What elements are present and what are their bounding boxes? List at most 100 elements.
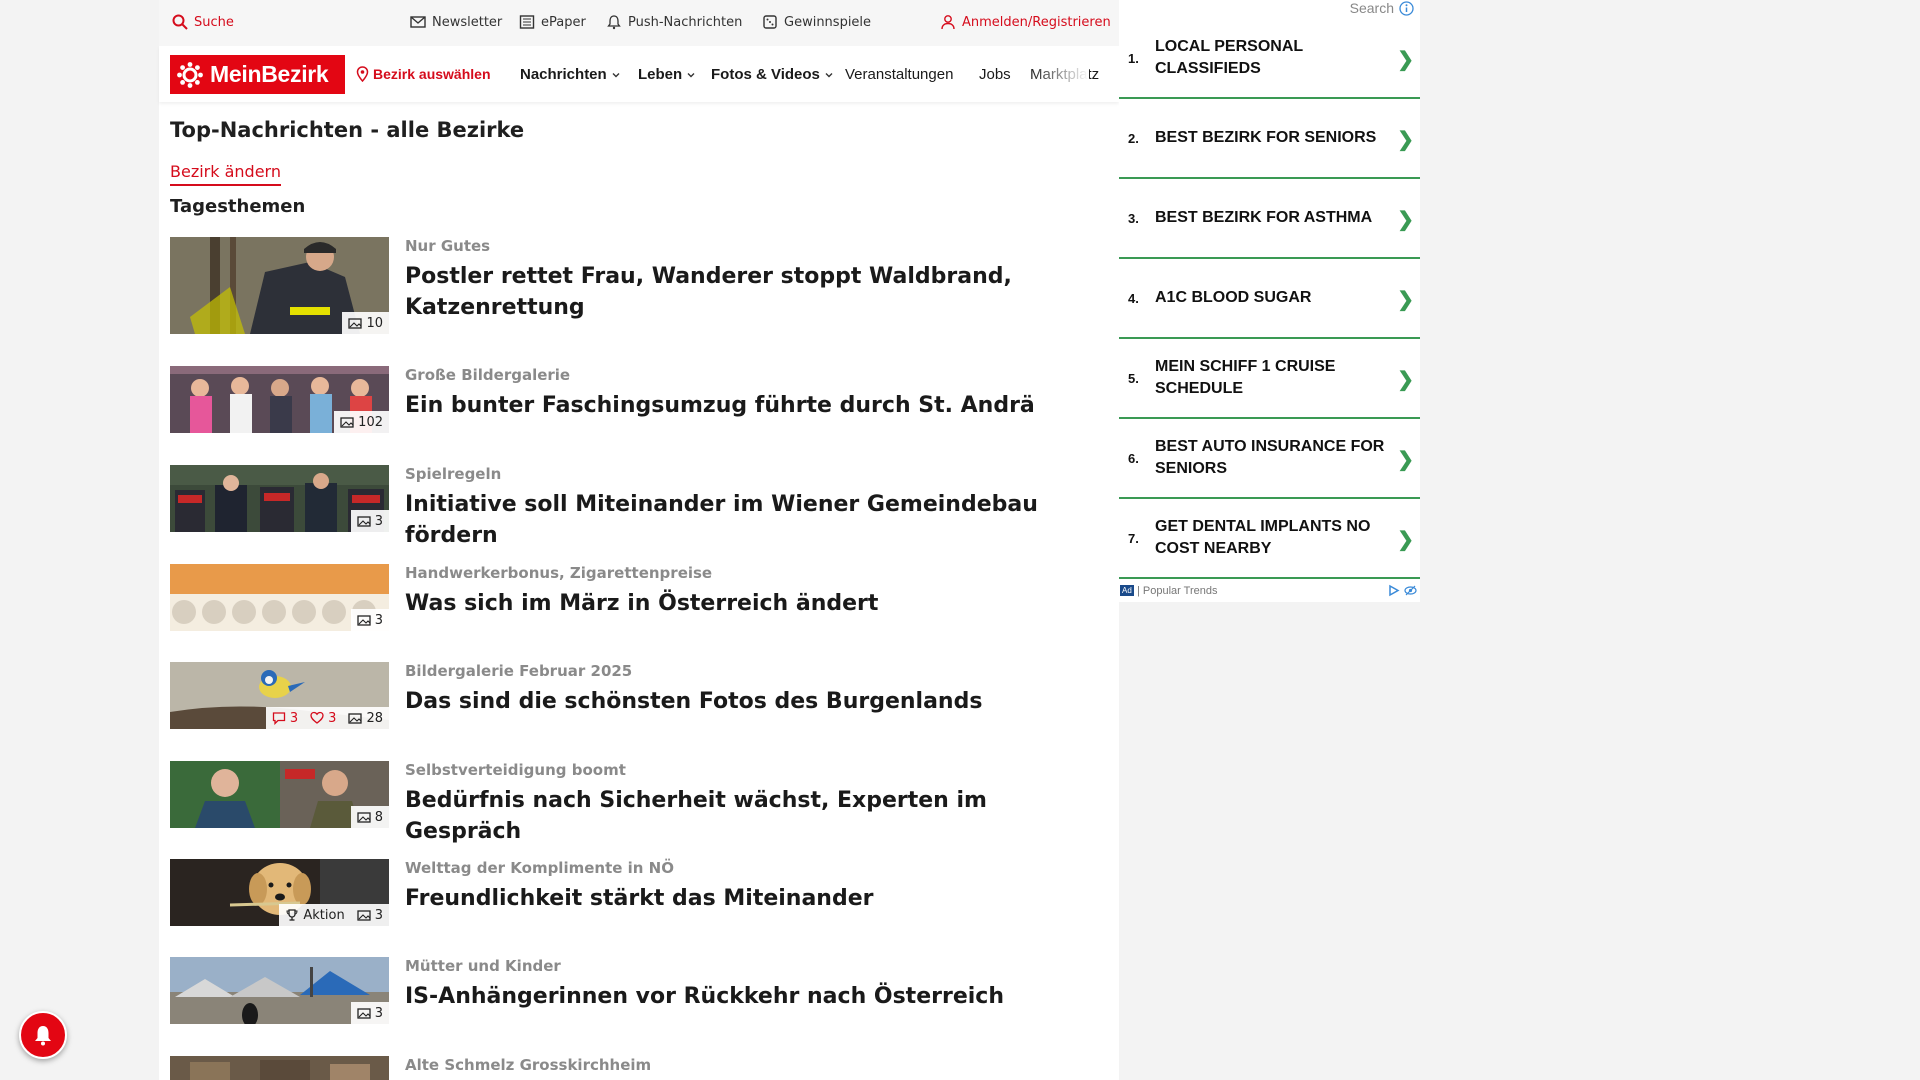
- adchoices-icon[interactable]: [1387, 584, 1400, 597]
- article-headline[interactable]: Was sich im März in Österreich ändert: [405, 588, 1085, 619]
- article-thumbnail: Aktion 3: [170, 859, 389, 926]
- ad-link-number: 4.: [1128, 291, 1139, 306]
- ad-link-item[interactable]: 4. A1C BLOOD SUGAR ❯: [1119, 259, 1420, 339]
- image-count-badge: 3: [351, 514, 389, 529]
- article-headline[interactable]: Freundlichkeit stärkt das Miteinander: [405, 883, 1085, 914]
- nav-photos-videos[interactable]: Fotos & Videos: [711, 66, 834, 83]
- article-thumbnail: 3: [170, 564, 389, 631]
- sun-logo-icon: [177, 61, 203, 88]
- article-kicker: Nur Gutes: [405, 237, 491, 255]
- page: Suche Newsletter ePaper Push-Nachrichten…: [0, 0, 1920, 1080]
- dice-icon: [763, 15, 777, 29]
- chevron-right-icon: ❯: [1397, 289, 1414, 311]
- bell-icon: [35, 1026, 51, 1046]
- newsletter-link[interactable]: Newsletter: [410, 14, 502, 30]
- article-kicker: Selbstverteidigung boomt: [405, 761, 626, 779]
- media-badges: 102: [334, 411, 389, 433]
- like-count: 3: [328, 710, 337, 726]
- hide-ad-icon[interactable]: [1404, 584, 1417, 597]
- article-item[interactable]: 3 Spielregeln Initiative soll Miteinande…: [170, 465, 1090, 548]
- article-item[interactable]: 8 Selbstverteidigung boomt Bedürfnis nac…: [170, 761, 1090, 844]
- ad-link-item[interactable]: 2. BEST BEZIRK FOR SENIORS ❯: [1119, 99, 1420, 179]
- article-item[interactable]: 3 3 28 Bildergalerie Februar 2025 Das si…: [170, 662, 1090, 729]
- nav-news[interactable]: Nachrichten: [520, 66, 621, 83]
- nav-life[interactable]: Leben: [638, 66, 696, 83]
- article-thumbnail: 3: [170, 957, 389, 1024]
- image-count-badge: 3: [351, 908, 389, 923]
- select-district-label: Bezirk auswählen: [373, 66, 491, 82]
- article-item[interactable]: Aktion 3 Welttag der Komplimente in NÖ F…: [170, 859, 1090, 926]
- article-item[interactable]: 10 Nur Gutes Postler rettet Frau, Wander…: [170, 237, 1090, 334]
- ad-link-item[interactable]: 3. BEST BEZIRK FOR ASTHMA ❯: [1119, 179, 1420, 259]
- article-headline[interactable]: Ein bunter Faschingsumzug führte durch S…: [405, 390, 1085, 421]
- nav-news-label: Nachrichten: [520, 66, 607, 83]
- ad-link-item[interactable]: 5. MEIN SCHIFF 1 CRUISE SCHEDULE ❯: [1119, 339, 1420, 419]
- ad-choice-icons: [1387, 584, 1417, 597]
- article-thumbnail: 3: [170, 465, 389, 532]
- image-count: 8: [374, 809, 383, 825]
- article-headline[interactable]: Das sind die schönsten Fotos des Burgenl…: [405, 686, 1085, 717]
- utility-bar: Suche Newsletter ePaper Push-Nachrichten…: [159, 0, 1119, 46]
- ad-link-text: A1C BLOOD SUGAR: [1155, 289, 1312, 306]
- search-icon: [172, 14, 188, 30]
- select-district-link[interactable]: Bezirk auswählen: [356, 66, 491, 82]
- article-headline[interactable]: Postler rettet Frau, Wanderer stoppt Wal…: [405, 261, 1085, 323]
- chevron-down-icon: [825, 72, 833, 77]
- games-link[interactable]: Gewinnspiele: [762, 14, 871, 30]
- article-item[interactable]: 102 Große Bildergalerie Ein bunter Fasch…: [170, 366, 1090, 433]
- image-count-badge: 10: [342, 316, 389, 331]
- gallery-icon: [357, 615, 371, 626]
- article-headline[interactable]: Initiative soll Miteinander im Wiener Ge…: [405, 489, 1085, 551]
- ad-panel: Search 1. LOCAL PERSONAL CLASSIFIEDS ❯ 2…: [1119, 0, 1420, 602]
- nav-marketplace[interactable]: Marktplatz: [1030, 66, 1099, 83]
- media-badges: 3: [350, 510, 389, 532]
- nav-events-label: Veranstaltungen: [845, 66, 954, 83]
- ad-footer: Ad | Popular Trends: [1119, 583, 1420, 599]
- ad-search-link[interactable]: Search: [1350, 0, 1414, 16]
- article-headline[interactable]: IS-Anhängerinnen vor Rückkehr nach Öster…: [405, 981, 1085, 1012]
- image-count: 3: [374, 907, 383, 923]
- page-title: Top-Nachrichten - alle Bezirke: [170, 118, 525, 142]
- epaper-link[interactable]: ePaper: [519, 14, 586, 30]
- article-item[interactable]: Alte Schmelz Grosskirchheim: [170, 1056, 1090, 1080]
- article-headline[interactable]: Bedürfnis nach Sicherheit wächst, Expert…: [405, 785, 1085, 847]
- ad-footer-label: | Popular Trends: [1137, 585, 1218, 597]
- ad-link-item[interactable]: 7. GET DENTAL IMPLANTS NO COST NEARBY ❯: [1119, 499, 1420, 579]
- gallery-icon: [357, 910, 371, 921]
- change-district-link[interactable]: Bezirk ändern: [170, 162, 281, 186]
- login-link[interactable]: Anmelden/Registrieren: [940, 14, 1111, 30]
- epaper-label: ePaper: [541, 14, 586, 30]
- image-count-badge: 8: [351, 810, 389, 825]
- search-link[interactable]: Suche: [172, 14, 234, 30]
- ad-link-number: 7.: [1128, 531, 1139, 546]
- logo[interactable]: MeinBezirk: [170, 55, 345, 94]
- nav-events[interactable]: Veranstaltungen: [845, 66, 953, 83]
- push-notification-button[interactable]: [19, 1011, 67, 1059]
- article-item[interactable]: 3 Handwerkerbonus, Zigarettenpreise Was …: [170, 564, 1090, 631]
- article-thumbnail: 10: [170, 237, 389, 334]
- comment-count: 3: [289, 710, 299, 726]
- nav-photos-label: Fotos & Videos: [711, 66, 820, 83]
- ad-link-item[interactable]: 1. LOCAL PERSONAL CLASSIFIEDS ❯: [1119, 19, 1420, 99]
- gallery-icon: [357, 812, 371, 823]
- article-thumbnail: 102: [170, 366, 389, 433]
- image-count: 3: [374, 513, 383, 529]
- chevron-right-icon: ❯: [1397, 449, 1414, 471]
- media-badges: 3: [350, 609, 389, 631]
- ad-link-text: BEST AUTO INSURANCE FOR SENIORS: [1155, 438, 1385, 477]
- newsletter-label: Newsletter: [432, 14, 503, 30]
- article-item[interactable]: 3 Mütter und Kinder IS-Anhängerinnen vor…: [170, 957, 1090, 1024]
- image-count: 3: [374, 612, 383, 628]
- nav-jobs[interactable]: Jobs: [979, 66, 1011, 83]
- search-label: Suche: [194, 14, 234, 30]
- nav-jobs-label: Jobs: [979, 66, 1011, 83]
- article-kicker: Alte Schmelz Grosskirchheim: [405, 1056, 652, 1074]
- article-kicker: Welttag der Komplimente in NÖ: [405, 859, 674, 877]
- ad-link-number: 1.: [1128, 51, 1139, 66]
- ad-link-item[interactable]: 6. BEST AUTO INSURANCE FOR SENIORS ❯: [1119, 419, 1420, 499]
- ad-link-number: 3.: [1128, 211, 1139, 226]
- image-count-badge: 3: [351, 1006, 389, 1021]
- chevron-right-icon: ❯: [1397, 209, 1414, 231]
- article-kicker: Handwerkerbonus, Zigarettenpreise: [405, 564, 713, 582]
- push-link[interactable]: Push-Nachrichten: [606, 14, 742, 30]
